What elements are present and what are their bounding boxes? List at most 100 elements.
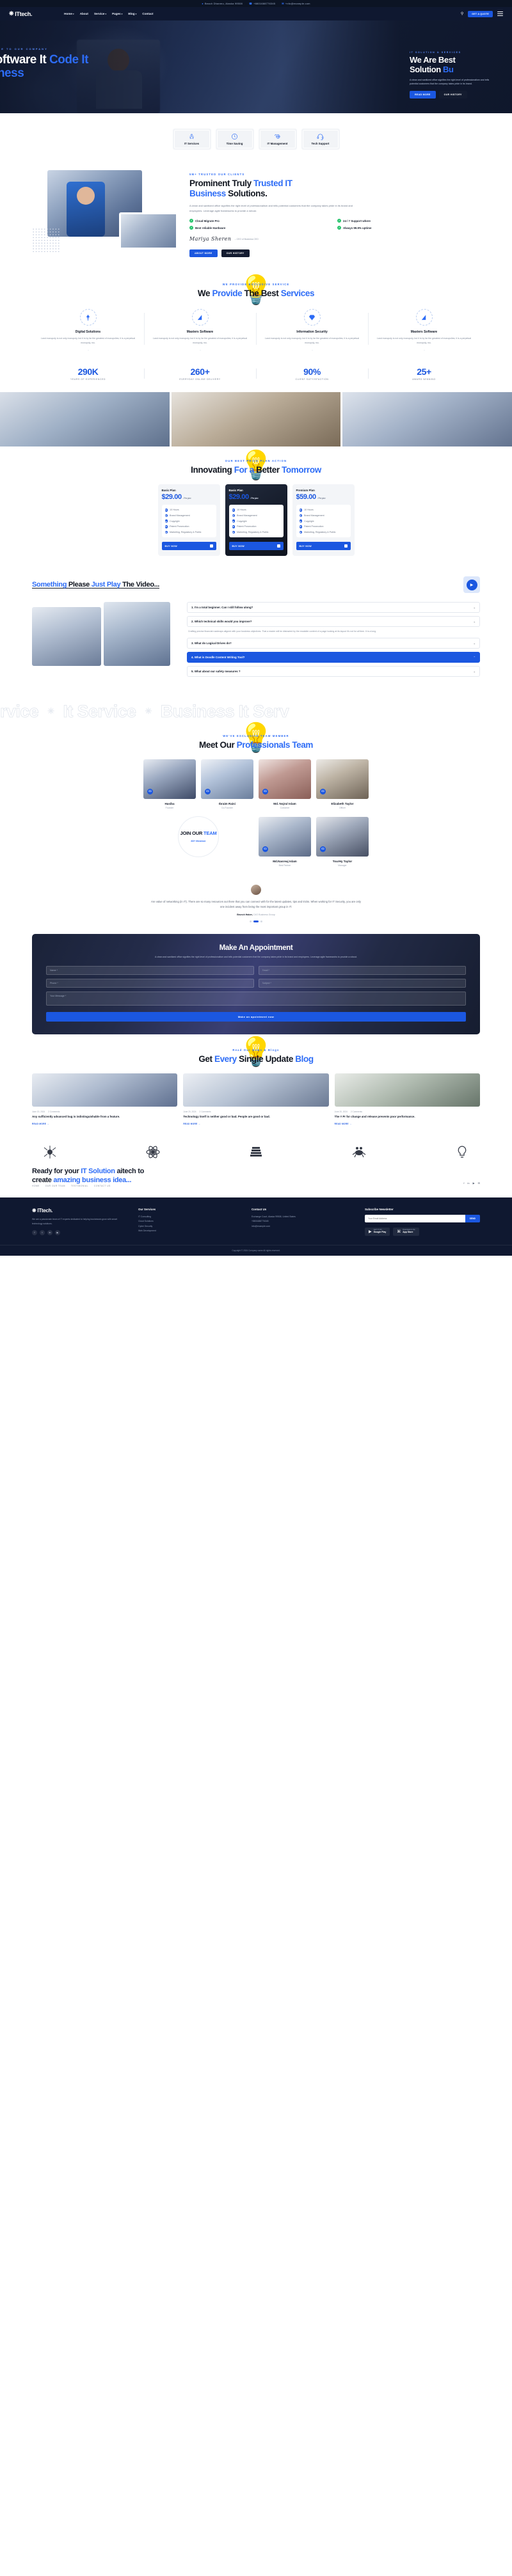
chevron-down-icon: ⌄ bbox=[473, 606, 476, 610]
strip-card-it-management[interactable]: IT Management bbox=[258, 129, 297, 150]
footer-link[interactable]: Cyber Security bbox=[138, 1224, 241, 1229]
youtube-icon[interactable]: ▶ bbox=[55, 1230, 60, 1236]
blog-image bbox=[32, 1073, 178, 1107]
newsletter-email-input[interactable] bbox=[365, 1215, 465, 1223]
nav-item-pages[interactable]: Pages ▾ bbox=[112, 12, 122, 15]
headset-icon bbox=[317, 134, 324, 140]
blog-read-more-link[interactable]: READ MORE → bbox=[183, 1123, 328, 1125]
nav-item-contact[interactable]: Contact bbox=[142, 12, 153, 15]
team-member-card[interactable]: ⮔ Elizabeth Taylor Officer bbox=[316, 759, 369, 809]
faq-item[interactable]: 1. I'm a total beginner. Can I still fol… bbox=[187, 602, 480, 613]
site-logo[interactable]: ❋ ITtech. bbox=[9, 10, 32, 17]
footer-link[interactable]: IT Consulting bbox=[138, 1215, 241, 1219]
service-card-digital-solutions[interactable]: Digital Solutions Land monopoly is not o… bbox=[32, 309, 144, 351]
cta-link-contact-us[interactable]: CONTACT US bbox=[94, 1185, 111, 1187]
pagination-dot[interactable] bbox=[260, 920, 262, 922]
pagination-dot-active[interactable] bbox=[253, 920, 259, 922]
team-member-card[interactable]: ⮔ Ibraim Raisi Co-Founder bbox=[201, 759, 253, 809]
topbar-phone[interactable]: ☎ +8801688776345 bbox=[249, 2, 275, 5]
arrow-right-icon[interactable]: → bbox=[374, 348, 474, 351]
about-more-button[interactable]: ABOUT MORE bbox=[189, 249, 218, 258]
blog-card[interactable]: June 20, 2024 2 Comments The # Pr for cha… bbox=[334, 1073, 480, 1125]
plan-price-row: $29.00 / Per pice bbox=[162, 493, 216, 501]
linkedin-icon[interactable]: in bbox=[467, 1181, 469, 1185]
facebook-icon[interactable]: f bbox=[32, 1230, 37, 1236]
join-team-card[interactable]: JOIN OUR TEAM 80+ Member bbox=[143, 816, 253, 857]
nav-item-blog[interactable]: Blog ▾ bbox=[128, 12, 136, 15]
top-bar: ● Beach Dhanmo, Alaska 99508 ☎ +88016887… bbox=[0, 0, 512, 7]
team-member-card[interactable]: ⮔ TourHy Taylor Manager bbox=[316, 816, 369, 867]
team-member-role: Best Partner bbox=[278, 864, 291, 867]
linkedin-icon[interactable]: in bbox=[47, 1230, 52, 1236]
arrow-right-icon[interactable]: → bbox=[262, 348, 362, 351]
cta-link-our-team[interactable]: OUR OUR TEAM bbox=[45, 1185, 65, 1187]
email-field[interactable] bbox=[258, 966, 466, 976]
buy-now-button[interactable]: BUY NOW bbox=[228, 542, 284, 551]
menu-toggle-icon[interactable] bbox=[497, 11, 503, 17]
faq-item-active[interactable]: 4. What is Doodle Content Writing Tool? ⌃ bbox=[187, 651, 480, 663]
footer-link[interactable]: Exchange Court, Alaska 99508, United Sta… bbox=[252, 1215, 355, 1219]
share-icon[interactable]: ⮔ bbox=[262, 788, 268, 794]
arrow-box-icon bbox=[344, 544, 348, 548]
share-icon[interactable]: ⮔ bbox=[262, 846, 268, 852]
nav-item-service[interactable]: Service ▾ bbox=[94, 12, 106, 15]
video-title: Something Please Just Play The Video... bbox=[32, 581, 160, 589]
buy-now-button[interactable]: BUY NOW bbox=[161, 542, 216, 551]
share-icon[interactable]: ⮔ bbox=[147, 788, 153, 794]
hero-read-more-button[interactable]: READ MORE bbox=[410, 90, 436, 99]
faq-item[interactable]: 3. What do Logical Drives do? ⌄ bbox=[187, 637, 480, 649]
team-member-card[interactable]: ⮔ Md. Nojrul Islam Customer bbox=[259, 759, 311, 809]
cta-link-home[interactable]: HOME bbox=[32, 1185, 40, 1187]
google-play-badge[interactable]: ▶ GET IT ON Google Play bbox=[365, 1228, 390, 1237]
team-member-card[interactable]: ⮔ Hasiba Founder bbox=[143, 759, 196, 809]
faq-item[interactable]: 2. Which technical skills would you impr… bbox=[187, 616, 480, 628]
cta-link-testimonial[interactable]: TESTIMONIAL bbox=[71, 1185, 88, 1187]
share-icon[interactable]: ⮔ bbox=[320, 788, 326, 794]
twitter-icon[interactable]: t bbox=[40, 1230, 45, 1236]
pagination-dot[interactable] bbox=[250, 920, 252, 922]
hero-our-history-button[interactable]: OUR HISTORY bbox=[438, 90, 467, 99]
service-card-masters-software-1[interactable]: Masters Software Land monopoly is not on… bbox=[144, 309, 256, 351]
about-history-button[interactable]: OUR HISTORY bbox=[221, 249, 250, 258]
facebook-icon[interactable]: f bbox=[463, 1181, 464, 1185]
footer-link[interactable]: +8801688776345 bbox=[252, 1219, 355, 1224]
strip-card-time-saving[interactable]: Time Saving bbox=[215, 129, 254, 150]
share-icon[interactable]: ⮔ bbox=[205, 788, 211, 794]
blog-card[interactable]: June 20, 2024 2 Comments Technology itsel… bbox=[183, 1073, 329, 1125]
get-quote-button[interactable]: GET A QUOTE bbox=[468, 10, 493, 17]
faq-item[interactable]: 5. What about our safety measures ? ⌄ bbox=[187, 665, 480, 677]
video-play-button[interactable]: ▶ bbox=[463, 576, 480, 594]
nav-item-about[interactable]: About bbox=[80, 12, 88, 15]
youtube-icon[interactable]: ▶ bbox=[473, 1181, 475, 1185]
share-icon[interactable]: ⮔ bbox=[320, 846, 326, 852]
buy-now-button[interactable]: BUY NOW bbox=[296, 542, 351, 551]
service-card-information-security[interactable]: Information Security Land monopoly is no… bbox=[256, 309, 368, 351]
newsletter-send-button[interactable]: SEND bbox=[465, 1215, 480, 1223]
team-member-role: Officer bbox=[339, 806, 346, 809]
arrow-right-icon[interactable]: → bbox=[150, 348, 250, 351]
mail-icon[interactable]: ✉ bbox=[478, 1181, 480, 1185]
message-field[interactable] bbox=[46, 992, 466, 1006]
search-icon[interactable]: ⚲ bbox=[461, 12, 463, 16]
phone-field[interactable] bbox=[46, 979, 254, 988]
appointment-submit-button[interactable]: Make an apointment now bbox=[46, 1012, 466, 1022]
arrow-right-icon[interactable]: → bbox=[38, 348, 138, 351]
blog-read-more-link[interactable]: READ MORE → bbox=[32, 1123, 177, 1125]
team-member-card[interactable]: ⮔ Md.Nasreaj Islam Best Partner bbox=[259, 816, 311, 867]
footer-link[interactable]: Web Development bbox=[138, 1229, 241, 1233]
footer-link[interactable]: Cloud Solutions bbox=[138, 1219, 241, 1224]
blog-card[interactable]: June 20, 2024 2 Comments Any sufficiently… bbox=[32, 1073, 178, 1125]
service-card-masters-software-2[interactable]: Masters Software Land monopoly is not on… bbox=[368, 309, 480, 351]
footer-link[interactable]: info@example.com bbox=[252, 1224, 355, 1229]
spider-icon bbox=[44, 1145, 56, 1158]
name-field[interactable] bbox=[46, 966, 254, 976]
app-store-badge[interactable]: ⌘ Download on the App Store bbox=[393, 1228, 419, 1237]
blog-read-more-link[interactable]: READ MORE → bbox=[335, 1123, 480, 1125]
strip-card-it-services[interactable]: IT Services bbox=[172, 129, 211, 150]
nav-item-home[interactable]: Home ▾ bbox=[64, 12, 74, 15]
strip-card-tech-support[interactable]: Tech Support bbox=[301, 129, 340, 150]
subject-field[interactable] bbox=[258, 979, 466, 988]
atom-icon bbox=[146, 1146, 160, 1158]
topbar-email[interactable]: ✉ +nfo@example.com bbox=[282, 2, 310, 5]
footer-logo[interactable]: ❋ ITtech. bbox=[32, 1208, 128, 1213]
